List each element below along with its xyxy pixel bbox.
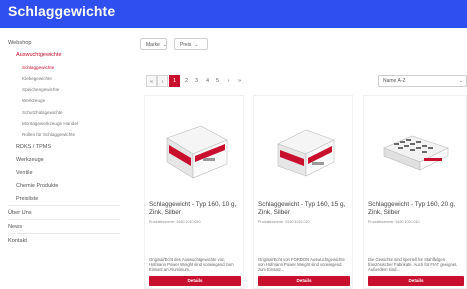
- sidebar-item-rdks[interactable]: RDKS / TPMS: [16, 144, 134, 150]
- sidebar-item-kontakt[interactable]: Kontakt: [8, 238, 126, 244]
- details-button[interactable]: Details: [368, 276, 464, 286]
- product-description: Die Gewichte sind speziell für Stahlfelg…: [368, 257, 458, 272]
- product-description: Original/Echt von FORDON Auswuchtgewicht…: [258, 257, 345, 272]
- product-number: Produktnummer: 5160 1010 010: [149, 220, 201, 224]
- sort-label: Name A-Z: [383, 78, 406, 84]
- product-name[interactable]: Schlaggewicht - Typ 160, 10 g, Zink, Sil…: [149, 201, 241, 217]
- product-card[interactable]: Schlaggewicht - Typ 160, 10 g, Zink, Sil…: [144, 95, 244, 289]
- product-card[interactable]: Schlaggewicht - Typ 160, 15 g, Zink, Sil…: [253, 95, 353, 289]
- main-content: Marke ⌄ Preis ⌄ « ‹ 1 2 3 4 5 › » Name A-Z…: [122, 28, 467, 289]
- page-title: Schlaggewichte: [8, 3, 116, 19]
- filter-preis-dropdown[interactable]: Preis ⌄: [174, 38, 208, 50]
- filter-marke-label: Marke: [146, 42, 160, 48]
- pagination-page-3[interactable]: 3: [191, 75, 202, 87]
- product-name[interactable]: Schlaggewicht - Typ 160, 20 g, Zink, Sil…: [368, 201, 460, 217]
- sidebar-item-auswuchtgewichte[interactable]: Auswuchtgewichte: [16, 52, 134, 58]
- product-box-image: [166, 125, 228, 179]
- sidebar: Webshop Auswuchtgewichte Schlaggewichte …: [0, 28, 122, 261]
- sidebar-item-werkzeuge[interactable]: Werkzeuge: [16, 157, 134, 163]
- product-name[interactable]: Schlaggewicht - Typ 160, 15 g, Zink, Sil…: [258, 201, 350, 217]
- pagination-first[interactable]: «: [146, 75, 157, 87]
- sidebar-item-news[interactable]: News: [8, 224, 126, 230]
- pagination-next[interactable]: ›: [223, 75, 234, 87]
- chevron-down-icon: ⌄: [162, 42, 168, 48]
- sidebar-divider: [8, 219, 120, 220]
- details-button[interactable]: Details: [258, 276, 350, 286]
- pagination-last[interactable]: »: [234, 75, 245, 87]
- chevron-down-icon: ⌄: [194, 42, 199, 48]
- filter-preis-label: Preis: [180, 42, 192, 48]
- product-box-image: [277, 129, 335, 177]
- product-number: Produktnummer: 5160 1015 010: [258, 220, 310, 224]
- sidebar-item-webshop[interactable]: Webshop: [8, 40, 126, 46]
- product-description: Original/Echt des Auswuchtgewichte von H…: [149, 257, 234, 272]
- sidebar-item-ventile[interactable]: Ventile: [16, 170, 134, 176]
- chevron-down-icon: ⌄: [458, 78, 463, 84]
- sort-dropdown[interactable]: Name A-Z ⌄: [378, 75, 467, 87]
- sidebar-divider: [8, 205, 120, 206]
- product-box-image: [383, 135, 449, 171]
- sidebar-divider: [8, 233, 120, 234]
- filter-marke-dropdown[interactable]: Marke ⌄: [140, 38, 167, 50]
- sidebar-item-preisliste[interactable]: Preisliste: [16, 196, 134, 202]
- page-header: Schlaggewichte: [0, 0, 467, 28]
- sidebar-item-chemie[interactable]: Chemie Produkte: [16, 183, 134, 189]
- pagination-page-1[interactable]: 1: [169, 75, 180, 87]
- pagination-prev[interactable]: ‹: [157, 75, 168, 87]
- pagination-page-5[interactable]: 5: [212, 75, 223, 87]
- details-button[interactable]: Details: [149, 276, 241, 286]
- product-number: Produktnummer: 5160 1020 010: [368, 220, 420, 224]
- sidebar-item-uber-uns[interactable]: Über Uns: [8, 210, 126, 216]
- product-card[interactable]: Schlaggewicht - Typ 160, 20 g, Zink, Sil…: [363, 95, 467, 289]
